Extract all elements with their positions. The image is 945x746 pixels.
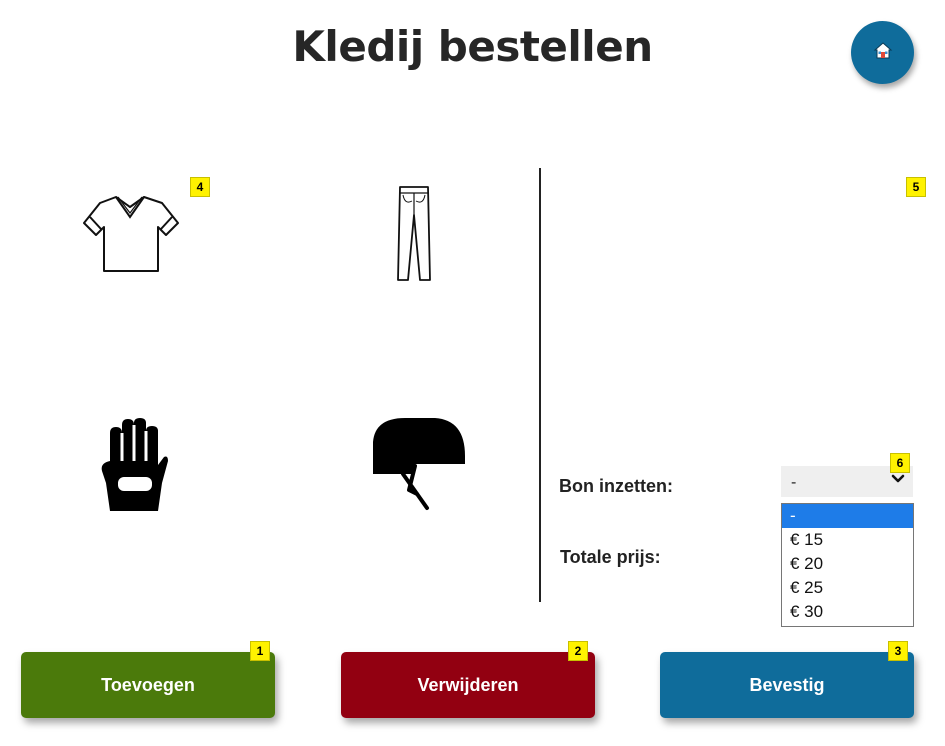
voucher-option[interactable]: - — [782, 504, 913, 528]
page-title: Kledij bestellen — [292, 22, 653, 71]
badge-voucher: 6 — [890, 453, 910, 473]
add-button[interactable]: Toevoegen — [21, 652, 275, 718]
voucher-option[interactable]: € 20 — [782, 552, 913, 576]
badge-confirm: 3 — [888, 641, 908, 661]
voucher-selected-value: - — [791, 474, 797, 491]
remove-button[interactable]: Verwijderen — [341, 652, 595, 718]
chevron-down-icon — [891, 472, 905, 491]
home-icon — [873, 41, 893, 65]
voucher-option[interactable]: € 15 — [782, 528, 913, 552]
home-button[interactable] — [851, 21, 914, 84]
badge-order: 5 — [906, 177, 926, 197]
divider — [539, 168, 541, 602]
glove-icon — [98, 418, 170, 517]
item-pants[interactable] — [394, 185, 434, 282]
item-tshirt[interactable] — [82, 193, 180, 273]
voucher-option[interactable]: € 25 — [782, 576, 913, 600]
pants-icon — [394, 186, 434, 286]
badge-add: 1 — [250, 641, 270, 661]
confirm-button[interactable]: Bevestig — [660, 652, 914, 718]
helmet-icon — [371, 418, 467, 516]
tshirt-icon — [82, 196, 180, 277]
item-helmet[interactable] — [371, 416, 467, 512]
voucher-option[interactable]: € 30 — [782, 600, 913, 624]
voucher-dropdown: - € 15 € 20 € 25 € 30 — [781, 503, 914, 627]
item-glove[interactable] — [98, 417, 170, 513]
badge-remove: 2 — [568, 641, 588, 661]
total-price-label: Totale prijs: — [560, 547, 661, 567]
voucher-label: Bon inzetten: — [559, 476, 673, 496]
badge-items: 4 — [190, 177, 210, 197]
